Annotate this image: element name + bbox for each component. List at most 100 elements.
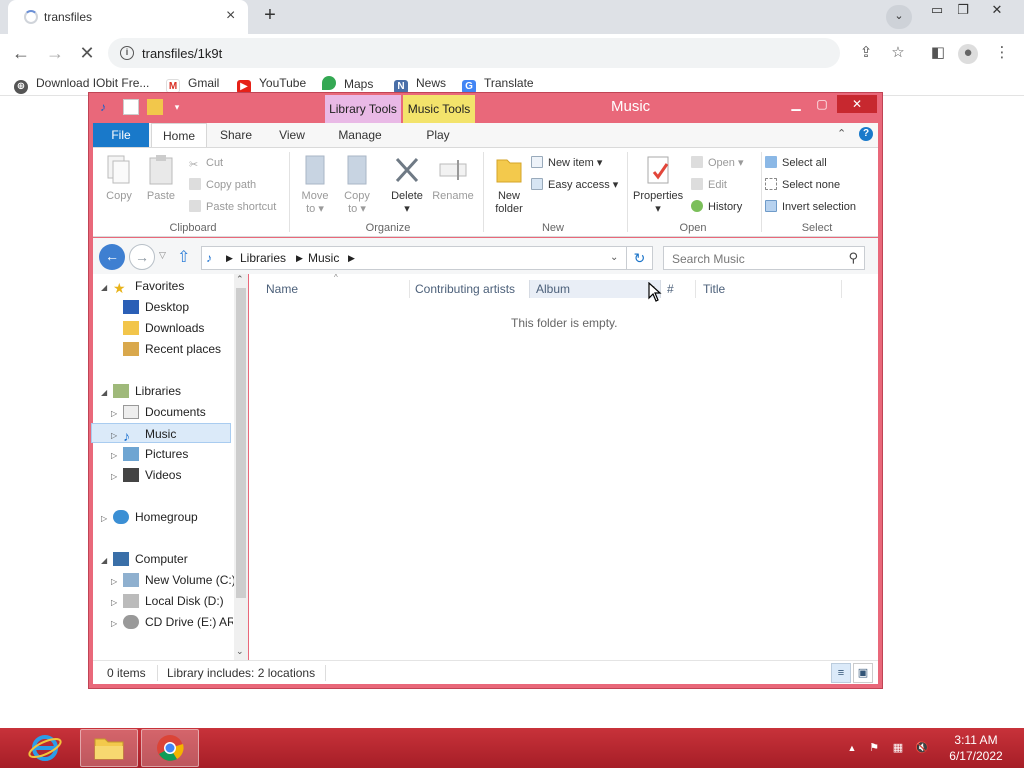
nav-c-drive[interactable]: ▷ New Volume (C:) — [111, 570, 236, 590]
internet-explorer-taskbar-button[interactable] — [14, 729, 72, 767]
large-icons-view-icon[interactable]: ▣ — [853, 663, 873, 683]
column-divider[interactable] — [695, 280, 696, 298]
nav-videos[interactable]: ▷ Videos — [111, 465, 181, 485]
recent-locations-icon[interactable]: ▽ — [159, 250, 166, 261]
select-all-button[interactable]: Select all — [765, 156, 827, 170]
new-folder-qat-icon[interactable] — [147, 99, 163, 115]
back-arrow-icon[interactable]: ← — [10, 43, 32, 65]
search-box[interactable]: Search Music ⚲ — [663, 246, 865, 270]
back-button-icon[interactable]: ← — [99, 244, 125, 270]
crumb-music[interactable]: Music — [308, 251, 339, 265]
refresh-icon[interactable]: ↻ — [627, 246, 653, 270]
tab-file[interactable]: File — [93, 123, 149, 147]
column-title[interactable]: Title — [703, 280, 833, 298]
system-clock[interactable]: 3:11 AM 6/17/2022 — [940, 732, 1012, 764]
tab-view[interactable]: View — [267, 123, 317, 147]
explorer-title-bar[interactable]: ♪ ▾ Library Tools Music Tools Music ▁ ▢ … — [89, 93, 882, 123]
nav-scroll-thumb[interactable] — [236, 288, 246, 598]
crumb-libraries[interactable]: Libraries — [240, 251, 286, 265]
column-album[interactable]: Album ▼ — [529, 280, 661, 298]
music-tools-tab[interactable]: Music Tools — [403, 95, 475, 123]
bookmark-news[interactable]: N News — [394, 76, 446, 94]
nav-favorites[interactable]: ◢ ★ Favorites — [101, 276, 184, 296]
qat-dropdown-icon[interactable]: ▾ — [169, 99, 185, 115]
properties-qat-icon[interactable] — [123, 99, 139, 115]
move-to-button[interactable]: Move to ▾ — [293, 154, 337, 216]
network-icon[interactable]: ▦ — [890, 740, 906, 756]
rename-button[interactable]: Rename — [431, 154, 475, 203]
tab-close-icon[interactable]: × — [226, 7, 235, 25]
browser-restore-button[interactable]: ❐ — [948, 0, 978, 20]
scroll-down-icon[interactable]: ⌄ — [236, 646, 244, 657]
library-tools-tab[interactable]: Library Tools — [325, 95, 401, 123]
tab-search-chevron-icon[interactable]: ⌄ — [886, 5, 912, 29]
bookmark-maps[interactable]: Maps — [322, 76, 373, 92]
nav-desktop[interactable]: Desktop — [111, 297, 189, 317]
column-contributing-artists[interactable]: Contributing artists — [415, 280, 529, 298]
bookmark-youtube[interactable]: ▶ YouTube — [237, 76, 306, 94]
nav-scrollbar[interactable]: ⌃ ⌄ — [234, 274, 248, 660]
tab-manage[interactable]: Manage — [327, 123, 393, 147]
nav-documents[interactable]: ▷ Documents — [111, 402, 206, 422]
properties-button[interactable]: Properties ▾ — [633, 154, 683, 216]
side-panel-icon[interactable]: ◧ — [928, 44, 948, 64]
nav-libraries[interactable]: ◢ Libraries — [101, 381, 181, 401]
nav-computer[interactable]: ◢ Computer — [101, 549, 188, 569]
paste-shortcut-button[interactable]: Paste shortcut — [189, 200, 276, 214]
crumb-separator-icon[interactable]: ▶ — [226, 253, 233, 264]
nav-e-drive[interactable]: ▷ CD Drive (E:) ARC — [111, 612, 233, 632]
invert-selection-button[interactable]: Invert selection — [765, 200, 856, 214]
help-icon[interactable]: ? — [859, 127, 873, 141]
new-tab-button[interactable]: + — [258, 4, 282, 28]
bookmark-iobit[interactable]: ⊕ Download IObit Fre... — [14, 76, 149, 94]
chrome-taskbar-button[interactable] — [141, 729, 199, 767]
column-name[interactable]: Name — [266, 280, 406, 298]
easy-access-button[interactable]: Easy access ▾ — [531, 178, 618, 192]
column-divider[interactable] — [409, 280, 410, 298]
paste-button[interactable]: Paste — [139, 154, 183, 203]
history-button[interactable]: History — [691, 200, 742, 214]
nav-pictures[interactable]: ▷ Pictures — [111, 444, 188, 464]
details-view-icon[interactable]: ≡ — [831, 663, 851, 683]
forward-arrow-icon[interactable]: → — [44, 43, 66, 65]
nav-music[interactable]: ▷ ♪ Music — [91, 423, 231, 444]
show-hidden-icons-icon[interactable]: ▲ — [844, 740, 860, 756]
bookmark-translate[interactable]: G Translate — [462, 76, 534, 94]
maximize-button[interactable]: ▢ — [809, 95, 835, 113]
close-button[interactable]: ✕ — [837, 95, 877, 113]
collapse-ribbon-icon[interactable]: ⌃ — [837, 127, 846, 140]
chrome-menu-icon[interactable]: ⋮ — [992, 44, 1012, 64]
nav-homegroup[interactable]: ▷ Homegroup — [101, 507, 198, 527]
bookmark-gmail[interactable]: M Gmail — [166, 76, 219, 93]
url-text[interactable]: transfiles/1k9t — [142, 46, 222, 61]
share-icon[interactable]: ⇪ — [856, 44, 876, 64]
column-divider[interactable] — [841, 280, 842, 298]
crumb-separator-icon[interactable]: ▶ — [296, 253, 303, 264]
explorer-address-bar[interactable]: ♪ ▶ Libraries ▶ Music ▶ ⌄ — [201, 246, 627, 270]
browser-tab-active[interactable]: transfiles × — [8, 0, 248, 34]
delete-button[interactable]: Delete ▾ — [385, 154, 429, 216]
bookmark-star-icon[interactable]: ☆ — [888, 44, 908, 64]
search-icon[interactable]: ⚲ — [848, 250, 858, 266]
site-info-icon[interactable]: i — [120, 46, 134, 60]
stop-loading-icon[interactable]: ✕ — [76, 43, 98, 65]
forward-button-icon[interactable]: → — [129, 244, 155, 270]
nav-downloads[interactable]: Downloads — [111, 318, 204, 338]
address-bar[interactable]: i transfiles/1k9t — [108, 38, 840, 68]
edit-button[interactable]: Edit — [691, 178, 727, 192]
action-center-flag-icon[interactable]: ⚑ — [866, 740, 882, 756]
address-dropdown-icon[interactable]: ⌄ — [610, 252, 618, 263]
tab-play[interactable]: Play — [405, 123, 471, 147]
copy-to-button[interactable]: Copy to ▾ — [335, 154, 379, 216]
up-arrow-icon[interactable]: ⇧ — [177, 247, 190, 267]
nav-d-drive[interactable]: ▷ Local Disk (D:) — [111, 591, 224, 611]
copy-path-button[interactable]: Copy path — [189, 178, 256, 192]
scroll-up-icon[interactable]: ⌃ — [236, 274, 244, 285]
new-item-button[interactable]: New item ▾ — [531, 156, 602, 170]
profile-avatar-icon[interactable]: ● — [958, 44, 978, 64]
column-number[interactable]: # — [667, 280, 697, 298]
file-explorer-taskbar-button[interactable] — [80, 729, 138, 767]
browser-close-button[interactable]: ✕ — [982, 0, 1012, 20]
minimize-button[interactable]: ▁ — [783, 95, 809, 113]
crumb-separator-icon[interactable]: ▶ — [348, 253, 355, 264]
